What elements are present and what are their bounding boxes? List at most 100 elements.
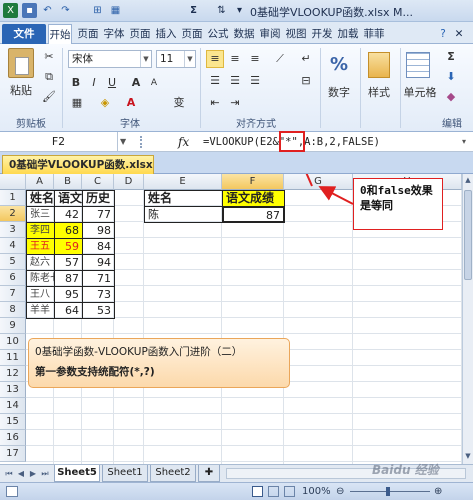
save-icon[interactable]: ▪: [22, 3, 37, 18]
fill-icon[interactable]: ⬇: [442, 68, 460, 86]
next-sheet-icon[interactable]: ▶: [28, 468, 38, 480]
paste-button[interactable]: 粘贴: [4, 82, 38, 100]
indent-decrease-icon[interactable]: ⇤: [206, 94, 224, 112]
name-box[interactable]: F2: [0, 132, 118, 152]
align-middle-icon[interactable]: ≡: [226, 50, 244, 68]
sort-icon[interactable]: ⇅: [214, 3, 229, 18]
autosum-icon[interactable]: Σ: [442, 48, 460, 66]
insert-function-button[interactable]: fx: [178, 132, 198, 152]
shrink-font-button[interactable]: A: [146, 74, 162, 92]
tab-formulas[interactable]: 公式: [206, 24, 230, 44]
chevron-down-icon: ▼: [140, 51, 151, 67]
zoom-in-icon[interactable]: ⊕: [434, 483, 442, 500]
tab-home[interactable]: 开始: [48, 24, 72, 44]
styles-button[interactable]: 样式: [362, 84, 396, 102]
zoom-level[interactable]: 100%: [302, 483, 331, 500]
status-bar: 100% ⊖ ⊕: [0, 482, 473, 500]
prev-sheet-icon[interactable]: ◀: [16, 468, 26, 480]
font-name-select[interactable]: 宋体 ▼: [68, 50, 152, 68]
cells-icon[interactable]: [406, 52, 430, 78]
number-format-button[interactable]: 数字: [322, 84, 356, 102]
percent-icon[interactable]: %: [328, 52, 350, 78]
borders-icon[interactable]: ▦: [68, 94, 86, 112]
font-color-icon[interactable]: A: [122, 94, 140, 112]
align-top-icon[interactable]: ≡: [206, 50, 224, 68]
sheet-tab-sheet1[interactable]: Sheet1: [102, 465, 148, 482]
workbook-tab[interactable]: 0基础学VLOOKUP函数.xlsx: [2, 155, 154, 174]
expand-formula-icon[interactable]: ▾: [458, 135, 470, 149]
font-name-value: 宋体: [72, 53, 93, 65]
tab-developer[interactable]: 开发: [310, 24, 334, 44]
formula-bar: F2 ▼ fx =VLOOKUP(E2&"*",A:B,2,FALSE) ▾: [0, 132, 473, 152]
tab-data[interactable]: 数据: [232, 24, 256, 44]
help-icon[interactable]: ?: [436, 24, 450, 44]
insert-icon[interactable]: ⊞: [90, 3, 105, 18]
grow-font-button[interactable]: A: [128, 74, 144, 92]
scroll-down-icon[interactable]: ▼: [463, 450, 473, 462]
tab-page2[interactable]: 页面: [128, 24, 152, 44]
wrap-text-icon[interactable]: ↵: [296, 50, 316, 68]
tab-insert[interactable]: 插入: [154, 24, 178, 44]
scroll-up-icon[interactable]: ▲: [463, 174, 473, 186]
underline-button[interactable]: U: [104, 74, 120, 92]
scroll-thumb[interactable]: [464, 190, 472, 280]
insert-sheet-icon[interactable]: ✚: [198, 465, 220, 482]
align-center-icon[interactable]: ☰: [226, 72, 244, 90]
sheet-tab-sheet2[interactable]: Sheet2: [150, 465, 196, 482]
close-ribbon-icon[interactable]: ✕: [452, 24, 466, 44]
fill-color-icon[interactable]: ◈: [96, 94, 114, 112]
merge-icon[interactable]: ⊟: [296, 72, 316, 90]
callout-line-2: 第一参数支持统配符(*,?): [35, 366, 155, 378]
undo-icon[interactable]: ↶: [40, 3, 55, 18]
name-box-dropdown-icon[interactable]: ▼: [120, 132, 132, 152]
ribbon-tabs: 文件 开始 页面 字体 页面 插入 页面 公式 数据 审阅 视图 开发 加载 菲…: [0, 22, 473, 44]
callout-line-1: 0基础学函数-VLOOKUP函数入门进阶（二）: [35, 346, 243, 358]
formula-bar-grip-icon: [140, 136, 144, 148]
formula-highlight-box: [279, 131, 305, 152]
tab-feifei[interactable]: 菲菲: [362, 24, 386, 44]
first-sheet-icon[interactable]: ⏮: [4, 468, 14, 480]
paste-icon[interactable]: [8, 48, 34, 78]
indent-increase-icon[interactable]: ⇥: [226, 94, 244, 112]
align-left-icon[interactable]: ☰: [206, 72, 224, 90]
align-right-icon[interactable]: ☰: [246, 72, 264, 90]
last-sheet-icon[interactable]: ⏭: [40, 468, 50, 480]
zoom-out-icon[interactable]: ⊖: [336, 483, 344, 500]
view-layout-icon[interactable]: [268, 486, 279, 497]
tab-font[interactable]: 字体: [102, 24, 126, 44]
tab-view[interactable]: 视图: [284, 24, 308, 44]
excel-icon[interactable]: X: [3, 3, 18, 18]
tab-page3[interactable]: 页面: [180, 24, 204, 44]
cut-icon[interactable]: ✂: [40, 48, 58, 66]
sheet-tab-sheet5[interactable]: Sheet5: [54, 465, 100, 482]
clipboard-group-label: 剪贴板: [16, 119, 46, 130]
tab-review[interactable]: 审阅: [258, 24, 282, 44]
worksheet-grid[interactable]: ABCDEFGH1234567891011121314151617姓名语文历史张…: [0, 174, 462, 464]
view-pagebreak-icon[interactable]: [284, 486, 295, 497]
title-callout: 0基础学函数-VLOOKUP函数入门进阶（二） 第一参数支持统配符(*,?): [28, 338, 290, 388]
cells-button[interactable]: 单元格: [400, 84, 440, 102]
tab-addins[interactable]: 加载: [336, 24, 360, 44]
font-size-select[interactable]: 11 ▼: [156, 50, 196, 68]
format-icon[interactable]: ▦: [108, 3, 123, 18]
sigma-icon[interactable]: Σ: [186, 3, 201, 18]
vertical-scrollbar[interactable]: ▲ ▼: [462, 174, 473, 464]
separator: [360, 48, 361, 128]
phonetic-button[interactable]: 变: [170, 94, 188, 112]
italic-button[interactable]: I: [86, 74, 102, 92]
dropdown-icon[interactable]: ▾: [232, 3, 247, 18]
zoom-slider[interactable]: [350, 491, 430, 492]
bold-button[interactable]: B: [68, 74, 84, 92]
styles-icon[interactable]: [368, 52, 390, 78]
clear-icon[interactable]: ◆: [442, 88, 460, 106]
format-painter-icon[interactable]: 🖌: [40, 88, 58, 106]
tab-page[interactable]: 页面: [76, 24, 100, 44]
align-bottom-icon[interactable]: ≡: [246, 50, 264, 68]
tab-file[interactable]: 文件: [2, 24, 46, 44]
view-normal-icon[interactable]: [252, 486, 263, 497]
redo-icon[interactable]: ↷: [58, 3, 73, 18]
orientation-icon[interactable]: ⟋: [270, 50, 290, 68]
ready-status-icon: [6, 486, 18, 497]
zoom-thumb[interactable]: [386, 487, 390, 496]
copy-icon[interactable]: ⧉: [40, 68, 58, 86]
